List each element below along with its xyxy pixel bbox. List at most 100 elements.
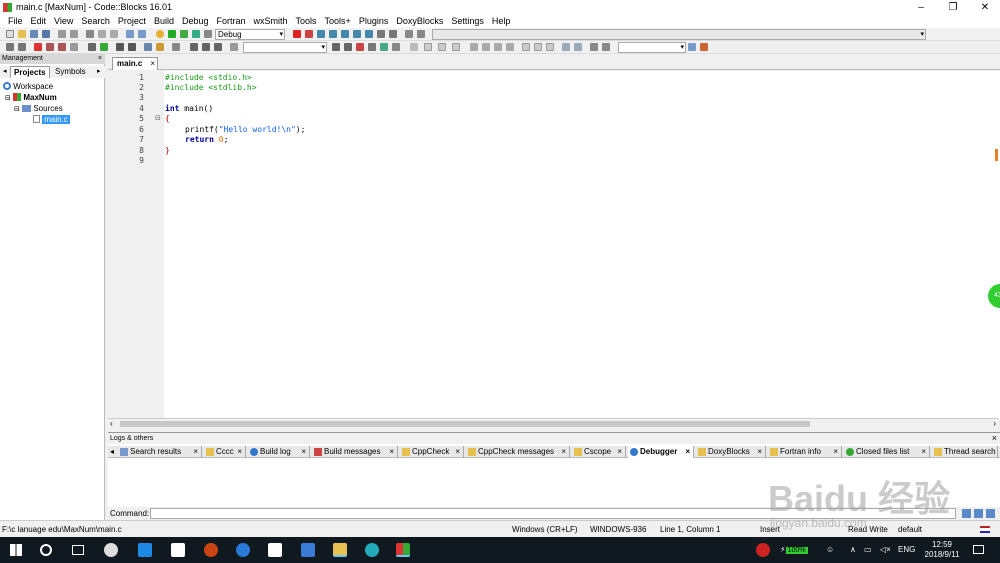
file-explorer-icon[interactable]: [333, 543, 347, 557]
scrollbar-thumb[interactable]: [120, 421, 810, 427]
tab-scroll-right[interactable]: ▸: [94, 66, 104, 78]
doxy-extract-icon[interactable]: [156, 43, 164, 51]
pointer-icon[interactable]: [410, 43, 418, 51]
grid-sizer-icon[interactable]: [482, 43, 490, 51]
clear-bookmarks-icon[interactable]: [70, 43, 78, 51]
tab-doxyblocks[interactable]: DoxyBlocks ×: [696, 446, 766, 458]
minimize-button[interactable]: –: [906, 0, 936, 15]
netease-music-icon[interactable]: [204, 543, 218, 557]
task-view-icon[interactable]: [72, 545, 84, 555]
tab-closed-files-list[interactable]: Closed files list ×: [844, 446, 930, 458]
store-icon[interactable]: [171, 543, 185, 557]
tray-expand-icon[interactable]: ∧: [850, 545, 856, 554]
editor-tab-main-c[interactable]: main.c ×: [112, 57, 158, 70]
tab-search-results[interactable]: Search results ×: [118, 446, 202, 458]
menu-debug[interactable]: Debug: [178, 15, 213, 28]
rebuild-icon[interactable]: [192, 30, 200, 38]
fold-icon[interactable]: ⊟: [155, 114, 161, 122]
frame-icon[interactable]: [424, 43, 432, 51]
editor-tab-close-button[interactable]: ×: [150, 58, 155, 70]
pause-icon[interactable]: [377, 30, 385, 38]
collapse-icon[interactable]: ⊟: [14, 106, 20, 113]
open-icon[interactable]: [18, 30, 26, 38]
symbol-c-icon[interactable]: [602, 43, 610, 51]
button-widget-icon[interactable]: [522, 43, 530, 51]
next-line-icon[interactable]: [317, 30, 325, 38]
menu-build[interactable]: Build: [150, 15, 178, 28]
network-icon[interactable]: ▭: [864, 545, 872, 554]
save-icon[interactable]: [30, 30, 38, 38]
paste-icon[interactable]: [110, 30, 118, 38]
tab-cppcheck[interactable]: CppCheck ×: [400, 446, 464, 458]
notification-icon[interactable]: [973, 545, 984, 554]
search-icon[interactable]: [40, 544, 52, 556]
tab-cppcheck-messages[interactable]: CppCheck messages ×: [466, 446, 570, 458]
symbol-s-icon[interactable]: [590, 43, 598, 51]
compile-file-icon[interactable]: [88, 43, 96, 51]
function-search-select[interactable]: ▾: [243, 42, 327, 53]
tab-thread-search[interactable]: Thread search: [932, 446, 998, 458]
codeblocks-taskbar-icon[interactable]: [396, 543, 410, 557]
search-options-icon[interactable]: [700, 43, 708, 51]
clear-log-icon[interactable]: [986, 509, 995, 518]
run-icon[interactable]: [168, 30, 176, 38]
feather-app-icon[interactable]: [301, 543, 315, 557]
save-log-icon[interactable]: [974, 509, 983, 518]
volume-icon[interactable]: ◁×: [880, 545, 891, 554]
menu-wxsmith[interactable]: wxSmith: [250, 15, 292, 28]
box-sizer-icon[interactable]: [470, 43, 478, 51]
media-app-icon[interactable]: [365, 543, 379, 557]
menu-tools[interactable]: Tools: [292, 15, 321, 28]
build-target-select[interactable]: Debug ▾: [215, 29, 285, 40]
tab-cccc[interactable]: Cccc ×: [204, 446, 246, 458]
settings-icon[interactable]: [172, 43, 180, 51]
tray-app-icon[interactable]: [756, 543, 770, 557]
debug-windows-icon[interactable]: [405, 30, 413, 38]
maximize-button[interactable]: ❐: [938, 0, 968, 15]
breakpoint-icon[interactable]: [202, 43, 210, 51]
battery-status[interactable]: ⚡ 100%: [780, 545, 808, 554]
send-command-icon[interactable]: [962, 509, 971, 518]
menu-project[interactable]: Project: [114, 15, 150, 28]
build-and-run-icon[interactable]: [180, 30, 188, 38]
toggle-bookmark-icon[interactable]: [34, 43, 42, 51]
search-go-icon[interactable]: [688, 43, 696, 51]
edge-browser-icon[interactable]: [138, 543, 152, 557]
code-completion-scope-select[interactable]: ▾: [432, 29, 926, 40]
taskbar-clock[interactable]: 12:59 2018/9/11: [920, 540, 964, 560]
editor-vertical-scrollbar[interactable]: [990, 71, 1000, 418]
redo-icon[interactable]: [70, 30, 78, 38]
save-all-icon[interactable]: [42, 30, 50, 38]
next-bookmark-icon[interactable]: [58, 43, 66, 51]
editor-horizontal-scrollbar[interactable]: ‹ ›: [108, 418, 998, 429]
tab-projects[interactable]: Projects: [10, 66, 50, 78]
code-jump-icon[interactable]: [190, 43, 198, 51]
windows-start-icon[interactable]: [10, 544, 22, 556]
zoom-in-icon[interactable]: [562, 43, 570, 51]
menu-plugins[interactable]: Plugins: [355, 15, 393, 28]
find-icon[interactable]: [126, 30, 134, 38]
step-out-icon[interactable]: [341, 30, 349, 38]
tab-cscope[interactable]: Cscope ×: [572, 446, 626, 458]
run-to-cursor-icon[interactable]: [305, 30, 313, 38]
toolbar-search-select[interactable]: ▾: [618, 42, 686, 53]
static-box-icon[interactable]: [506, 43, 514, 51]
stop-debug-icon[interactable]: [389, 30, 397, 38]
menu-search[interactable]: Search: [77, 15, 114, 28]
menu-doxyblocks[interactable]: DoxyBlocks: [392, 15, 447, 28]
replace-icon[interactable]: [138, 30, 146, 38]
prev-search-icon[interactable]: [332, 43, 340, 51]
step-into-icon[interactable]: [329, 30, 337, 38]
jump-forward-icon[interactable]: [18, 43, 26, 51]
clock-app-icon[interactable]: [236, 543, 250, 557]
tab-debugger[interactable]: Debugger ×: [628, 446, 694, 458]
copy-icon[interactable]: [98, 30, 106, 38]
scroll-right-arrow[interactable]: ›: [993, 419, 996, 428]
tab-symbols[interactable]: Symbols: [52, 66, 89, 78]
flex-sizer-icon[interactable]: [494, 43, 502, 51]
abc-replace-icon[interactable]: [380, 43, 388, 51]
menu-edit[interactable]: Edit: [27, 15, 51, 28]
tab-build-log[interactable]: Build log ×: [248, 446, 310, 458]
tab-build-messages[interactable]: Build messages ×: [312, 446, 398, 458]
next-jump-icon[interactable]: [214, 43, 222, 51]
